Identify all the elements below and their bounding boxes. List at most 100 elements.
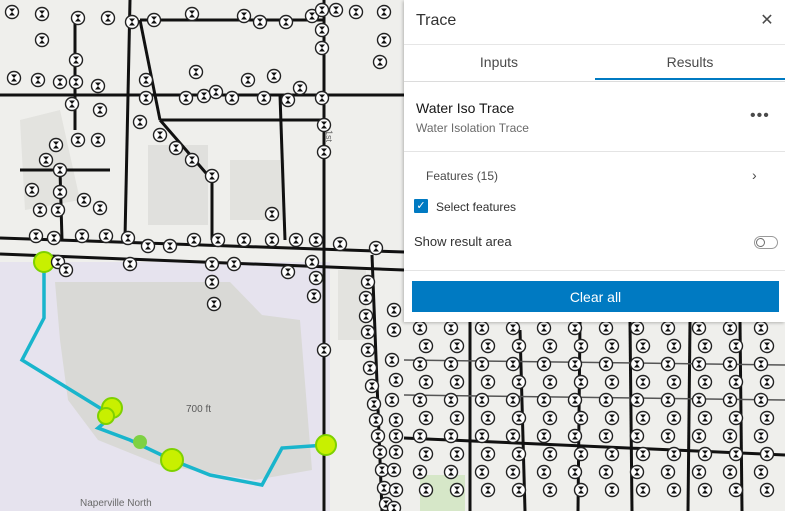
network-feature-symbol xyxy=(358,308,374,324)
network-feature-symbol xyxy=(370,428,386,444)
network-feature-symbol xyxy=(412,392,428,408)
network-feature-symbol xyxy=(629,392,645,408)
network-feature-symbol xyxy=(48,137,64,153)
network-feature-symbol xyxy=(64,96,80,112)
network-feature-symbol xyxy=(759,338,775,354)
network-feature-symbol xyxy=(374,462,390,478)
network-feature-symbol xyxy=(412,428,428,444)
network-feature-symbol xyxy=(304,254,320,270)
network-feature-symbol xyxy=(162,238,178,254)
tab-results[interactable]: Results xyxy=(595,45,785,80)
network-feature-symbol xyxy=(52,162,68,178)
network-feature-symbol xyxy=(660,428,676,444)
network-feature-symbol xyxy=(567,464,583,480)
network-feature-symbol xyxy=(348,4,364,20)
network-feature-symbol xyxy=(480,338,496,354)
network-feature-symbol xyxy=(449,482,465,498)
network-feature-symbol xyxy=(90,78,106,94)
toggle-knob xyxy=(756,238,765,247)
network-feature-symbol xyxy=(292,80,308,96)
network-feature-symbol xyxy=(449,446,465,462)
network-feature-symbol xyxy=(314,40,330,56)
network-feature-symbol xyxy=(697,374,713,390)
divider xyxy=(404,151,785,152)
panel-title: Trace xyxy=(416,12,457,29)
network-feature-symbol xyxy=(124,14,140,30)
network-feature-symbol xyxy=(196,88,212,104)
network-feature-symbol xyxy=(635,410,651,426)
select-features-checkbox[interactable]: ✓ xyxy=(414,199,428,213)
more-options-icon[interactable]: ••• xyxy=(750,108,770,124)
network-feature-symbol xyxy=(573,482,589,498)
network-feature-symbol xyxy=(146,12,162,28)
network-feature-symbol xyxy=(184,6,200,22)
network-feature-symbol xyxy=(666,410,682,426)
network-feature-symbol xyxy=(100,10,116,26)
network-feature-symbol xyxy=(691,392,707,408)
network-feature-symbol xyxy=(567,356,583,372)
network-feature-symbol xyxy=(474,464,490,480)
network-feature-symbol xyxy=(536,356,552,372)
network-feature-symbol xyxy=(280,264,296,280)
chevron-right-icon: › xyxy=(752,167,757,183)
network-feature-symbol xyxy=(34,6,50,22)
network-feature-symbol xyxy=(208,84,224,100)
network-feature-symbol xyxy=(542,374,558,390)
network-feature-symbol xyxy=(753,464,769,480)
network-feature-symbol xyxy=(388,482,404,498)
network-feature-symbol xyxy=(376,32,392,48)
show-result-area-toggle[interactable] xyxy=(754,236,778,249)
network-feature-symbol xyxy=(360,342,376,358)
network-feature-symbol xyxy=(418,338,434,354)
network-feature-symbol xyxy=(418,482,434,498)
clear-all-button[interactable]: Clear all xyxy=(412,281,779,312)
street-label: 1st xyxy=(324,130,334,143)
network-feature-symbol xyxy=(50,202,66,218)
network-feature-symbol xyxy=(372,444,388,460)
network-feature-symbol xyxy=(604,374,620,390)
network-feature-symbol xyxy=(759,482,775,498)
network-feature-symbol xyxy=(759,374,775,390)
network-feature-symbol xyxy=(573,374,589,390)
network-feature-symbol xyxy=(328,2,344,18)
network-feature-symbol xyxy=(629,320,645,336)
network-feature-symbol xyxy=(480,446,496,462)
network-feature-symbol xyxy=(635,446,651,462)
network-feature-symbol xyxy=(384,352,400,368)
tab-inputs[interactable]: Inputs xyxy=(404,45,594,80)
network-feature-symbol xyxy=(666,446,682,462)
network-feature-symbol xyxy=(573,410,589,426)
network-feature-symbol xyxy=(52,184,68,200)
network-feature-symbol xyxy=(308,270,324,286)
close-icon[interactable]: ✕ xyxy=(756,10,778,32)
network-feature-symbol xyxy=(74,228,90,244)
network-feature-symbol xyxy=(511,446,527,462)
network-feature-symbol xyxy=(759,410,775,426)
select-features-label: Select features xyxy=(436,200,517,214)
features-row[interactable]: Features (15) › xyxy=(404,160,785,194)
network-feature-symbol xyxy=(358,290,374,306)
network-feature-symbol xyxy=(697,482,713,498)
network-feature-symbol xyxy=(236,8,252,24)
network-feature-symbol xyxy=(443,464,459,480)
network-feature-symbol xyxy=(536,428,552,444)
network-feature-symbol xyxy=(635,374,651,390)
network-feature-symbol xyxy=(728,410,744,426)
network-feature-symbol xyxy=(542,482,558,498)
network-feature-symbol xyxy=(188,64,204,80)
network-feature-symbol xyxy=(388,412,404,428)
network-feature-symbol xyxy=(34,32,50,48)
network-feature-symbol xyxy=(604,410,620,426)
network-feature-symbol xyxy=(542,446,558,462)
tab-bar: Inputs Results xyxy=(404,44,785,82)
network-feature-symbol xyxy=(386,500,402,511)
network-feature-symbol xyxy=(418,410,434,426)
network-feature-symbol xyxy=(505,464,521,480)
divider xyxy=(404,270,785,271)
network-feature-symbol xyxy=(573,338,589,354)
network-feature-symbol xyxy=(412,356,428,372)
network-feature-symbol xyxy=(728,482,744,498)
network-feature-symbol xyxy=(474,320,490,336)
network-feature-symbol xyxy=(280,92,296,108)
network-feature-symbol xyxy=(666,374,682,390)
